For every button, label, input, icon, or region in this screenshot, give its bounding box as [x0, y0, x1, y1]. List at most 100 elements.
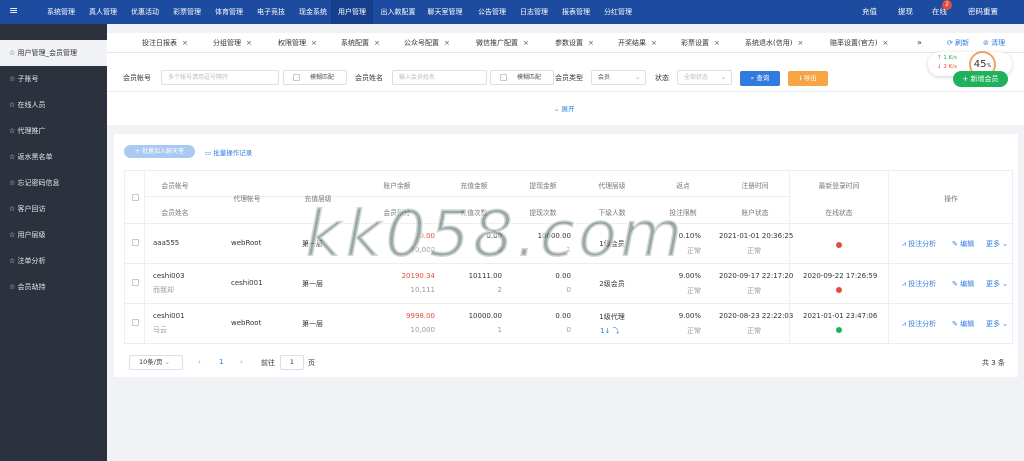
tab-parameter-settings[interactable]: 参数设置 × [555, 33, 594, 53]
sidebar-item-customer-visit[interactable]: ☆ 客户回访 [0, 196, 107, 222]
tabs-more-icon[interactable]: » [917, 33, 922, 53]
row-checkbox[interactable] [132, 279, 139, 286]
bet-analysis-link[interactable]: ⩘ 投注分析 [902, 319, 936, 329]
recharge-amount: 10111.00 [468, 272, 502, 280]
next-page-icon[interactable]: › [240, 358, 243, 366]
header-member-name: 会员姓名 [161, 209, 189, 217]
nav-logs[interactable]: 日志管理 [517, 0, 551, 24]
export-button[interactable]: ⭳ 导出 [788, 71, 828, 86]
sidebar-item-online-users[interactable]: ☆ 在线人员 [0, 92, 107, 118]
menu-toggle-icon[interactable]: ≡ [9, 5, 18, 17]
member-name-fuzzy-checkbox[interactable] [500, 74, 507, 81]
nav-chatroom[interactable]: 聊天室管理 [424, 0, 466, 24]
more-dropdown[interactable]: 更多 ⌄ [986, 279, 1008, 289]
batch-add-chatroom-button[interactable]: + 批量加入聊天室 [124, 145, 195, 158]
bet-analysis-link[interactable]: ⩘ 投注分析 [902, 239, 936, 249]
tab-wechat-promo-config[interactable]: 微信推广配置 × [476, 33, 529, 53]
bet-analysis-label: 投注分析 [908, 280, 937, 288]
status-select[interactable]: 全部状态 ⌄ [677, 70, 732, 85]
nav-announcement[interactable]: 公告管理 [475, 0, 509, 24]
page-size-select[interactable]: 10条/页 ⌄ [129, 355, 183, 370]
sidebar-item-user-level[interactable]: ☆ 用户层级 [0, 222, 107, 248]
prev-page-icon[interactable]: ‹ [198, 358, 201, 366]
nav-live[interactable]: 真人管理 [86, 0, 120, 24]
nav-promotions[interactable]: 优惠活动 [128, 0, 162, 24]
nav-cash[interactable]: 现金系统 [296, 0, 330, 24]
member-account-input[interactable]: 多个帐号请用逗号隔开 [161, 70, 279, 85]
close-icon[interactable]: × [374, 39, 380, 47]
expand-toggle[interactable]: ⌄ 展开 [554, 103, 575, 113]
password-reset-link[interactable]: 密码重置 [968, 0, 998, 24]
nav-deposit-config[interactable]: 出入款配置 [377, 0, 419, 24]
tab-system-rebate-credit[interactable]: 系统退水(信用) × [745, 33, 803, 53]
goto-page-input[interactable]: 1 [280, 355, 304, 370]
close-icon[interactable]: × [444, 39, 450, 47]
close-icon[interactable]: × [797, 39, 803, 47]
sidebar-item-rebate-blacklist[interactable]: ☆ 返水黑名单 [0, 144, 107, 170]
sidebar-item-agent-promotion[interactable]: ☆ 代理推广 [0, 118, 107, 144]
tab-lottery-settings[interactable]: 彩票设置 × [681, 33, 720, 53]
sidebar-item-bet-analysis[interactable]: ☆ 注单分析 [0, 248, 107, 274]
member-account[interactable]: ceshi001 [153, 312, 185, 320]
more-dropdown[interactable]: 更多 ⌄ [986, 239, 1008, 249]
query-button[interactable]: ⌕ 查询 [740, 71, 780, 86]
clear-link[interactable]: ⊘ 清理 [983, 33, 1005, 53]
tab-draw-results[interactable]: 开奖结果 × [618, 33, 657, 53]
add-member-button[interactable]: + 新增会员 [953, 71, 1008, 87]
select-all-checkbox[interactable] [132, 194, 139, 201]
top-nav-bar: ≡ 系统管理 真人管理 优惠活动 彩票管理 体育管理 电子竞技 现金系统 用户管… [0, 0, 1024, 24]
bet-analysis-label: 投注分析 [908, 240, 937, 248]
account-balance: 9998.00 [406, 312, 435, 320]
close-icon[interactable]: × [588, 39, 594, 47]
sidebar-item-sub-account[interactable]: ☆ 子账号 [0, 66, 107, 92]
tab-odds-settings-official[interactable]: 赔率设置(官方) × [830, 33, 888, 53]
tab-permission-management[interactable]: 权限管理 × [278, 33, 317, 53]
close-icon[interactable]: × [882, 39, 888, 47]
recharge-link[interactable]: 充值 [862, 0, 877, 24]
close-icon[interactable]: × [246, 39, 252, 47]
row-checkbox[interactable] [132, 319, 139, 326]
close-icon[interactable]: × [651, 39, 657, 47]
edit-link[interactable]: ✎ 编辑 [952, 239, 974, 249]
nav-user-management[interactable]: 用户管理 [331, 0, 373, 24]
sub-count-link[interactable]: 1↓ ⤵ [600, 326, 620, 336]
filter-panel: 会员帐号 多个帐号请用逗号隔开 模糊匹配 会员姓名 输入会员姓名 模糊匹配 会员… [107, 53, 1024, 125]
nav-reports[interactable]: 报表管理 [559, 0, 593, 24]
row-checkbox[interactable] [132, 239, 139, 246]
close-icon[interactable]: × [311, 39, 317, 47]
bet-analysis-link[interactable]: ⩘ 投注分析 [902, 279, 936, 289]
agent-level: 2级会员 [599, 280, 625, 288]
close-icon[interactable]: × [523, 39, 529, 47]
batch-operation-log-link[interactable]: ▭ 批量操作记录 [205, 147, 252, 157]
sidebar-item-member-management[interactable]: ☆ 用户管理_会员管理 [0, 40, 107, 66]
edit-icon: ✎ [952, 320, 958, 328]
edit-link[interactable]: ✎ 编辑 [952, 279, 974, 289]
member-account-fuzzy-checkbox[interactable] [293, 74, 300, 81]
tab-official-account-config[interactable]: 公众号配置 × [404, 33, 450, 53]
close-icon[interactable]: × [714, 39, 720, 47]
nav-system[interactable]: 系统管理 [44, 0, 78, 24]
tab-bet-daily-report[interactable]: 投注日报表 × [142, 33, 188, 53]
refresh-link[interactable]: ⟳ 刷新 [947, 33, 969, 53]
member-name-input[interactable]: 输入会员姓名 [392, 70, 487, 85]
member-account[interactable]: aaa555 [153, 239, 179, 247]
close-icon[interactable]: × [182, 39, 188, 47]
nav-lottery[interactable]: 彩票管理 [170, 0, 204, 24]
nav-sports[interactable]: 体育管理 [212, 0, 246, 24]
more-dropdown[interactable]: 更多 ⌄ [986, 319, 1008, 329]
tab-group-management[interactable]: 分组管理 × [213, 33, 252, 53]
sidebar-item-forgot-password[interactable]: ☆ 忘记密码信息 [0, 170, 107, 196]
tab-system-config[interactable]: 系统配置 × [341, 33, 380, 53]
tab-label: 分组管理 [213, 39, 241, 47]
member-account[interactable]: ceshi003 [153, 272, 185, 280]
header-agent-level: 代理层级 [598, 182, 626, 190]
nav-esports[interactable]: 电子竞技 [254, 0, 288, 24]
edit-link[interactable]: ✎ 编辑 [952, 319, 974, 329]
sidebar-item-member-hijack[interactable]: ☆ 会员劫持 [0, 274, 107, 300]
page-number[interactable]: 1 [219, 358, 223, 366]
nav-dividend[interactable]: 分红管理 [601, 0, 635, 24]
recharge-count: 2 [497, 286, 502, 294]
member-type-select[interactable]: 会员 ⌄ [591, 70, 646, 85]
tab-label: 公众号配置 [404, 39, 439, 47]
withdraw-link[interactable]: 提现 [898, 0, 913, 24]
